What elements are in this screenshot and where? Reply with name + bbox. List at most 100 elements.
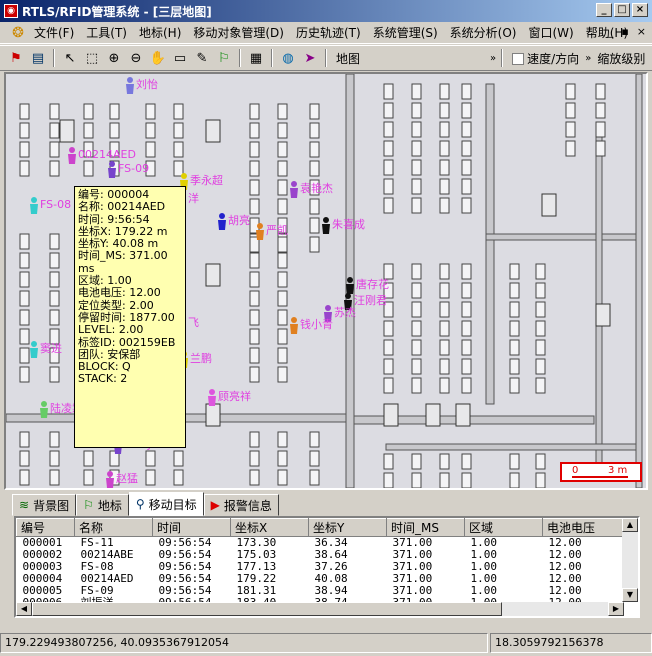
column-header[interactable]: 时间	[152, 518, 231, 537]
column-header[interactable]: 时间_MS	[386, 518, 465, 537]
shelf	[461, 358, 472, 375]
shelf	[49, 431, 60, 448]
shelf	[461, 301, 472, 318]
shelf	[249, 290, 260, 307]
globe-icon[interactable]: ◍	[278, 48, 298, 68]
hand-icon[interactable]: ✋	[148, 48, 168, 68]
select-arrow-icon[interactable]: ↖	[60, 48, 80, 68]
column-header[interactable]: 电池电压	[542, 518, 625, 537]
shelf	[595, 83, 606, 100]
title-bar: ◉ RTLS/RFID管理系统 - [三层地图] _ □ ×	[0, 0, 652, 22]
shelf	[461, 453, 472, 470]
column-header[interactable]: 坐标X	[230, 518, 309, 537]
shelf	[277, 103, 288, 120]
scroll-left-icon[interactable]: ◀	[16, 602, 32, 616]
map-view[interactable]: 刘怡 00214AED FS-09 FS-08 季永超 袁艳杰 胡亮 严凯 朱喜成 唐存花 汪刚君苏…	[4, 72, 648, 490]
shelf	[277, 141, 288, 158]
shelf	[461, 178, 472, 195]
menu-file[interactable]: 文件(F)	[28, 23, 80, 43]
shelf	[109, 122, 120, 139]
column-header[interactable]: 坐标Y	[308, 518, 387, 537]
column-header[interactable]: 编号	[16, 518, 75, 537]
tab-label: 背景图	[33, 498, 70, 513]
shelf	[439, 140, 450, 157]
shelf	[439, 197, 450, 214]
vertical-scrollbar[interactable]: ▲ ▼	[622, 518, 638, 602]
column-header[interactable]: 区域	[464, 518, 543, 537]
shelf	[49, 271, 60, 288]
scroll-down-icon[interactable]: ▼	[622, 588, 638, 602]
tab-landmark[interactable]: ⚐ 地标	[76, 494, 129, 516]
speed-direction-checkbox[interactable]	[512, 53, 525, 65]
shelf	[461, 472, 472, 488]
shelf	[277, 236, 288, 253]
shelf	[509, 301, 520, 318]
shelf	[535, 358, 546, 375]
shelf	[173, 103, 184, 120]
shelf	[383, 358, 394, 375]
person-name-label: 朱喜成	[332, 218, 365, 231]
minimize-button[interactable]: _	[596, 3, 612, 17]
shelf	[309, 236, 320, 253]
shelf	[145, 450, 156, 467]
shelf	[309, 122, 320, 139]
menu-window[interactable]: 窗口(W)	[522, 23, 579, 43]
tab-background[interactable]: ≋ 背景图	[12, 494, 77, 516]
zoom-out-icon[interactable]: ⊖	[126, 48, 146, 68]
menu-landmark[interactable]: 地标(H)	[133, 23, 187, 43]
tab-alarms[interactable]: ▶ 报警信息	[203, 494, 279, 516]
person-name-label: 唐存花	[356, 277, 389, 291]
scroll-right-icon[interactable]: ▶	[608, 602, 624, 616]
zoom-level-label[interactable]: 缩放级别	[593, 50, 649, 67]
scroll-thumb[interactable]	[32, 602, 502, 616]
moving-targets-table[interactable]: 编号 名称 时间 坐标X 坐标Y 时间_MS 区域 电池电压 000001 FS-…	[14, 516, 640, 618]
column-header[interactable]: 名称	[74, 518, 153, 537]
tag-info-tooltip: 编号: 000004 名称: 00214AED 时间: 9:56:54 坐标X:…	[74, 186, 186, 448]
flag-icon[interactable]: ⚐	[214, 48, 234, 68]
person-name-label: FS-09	[118, 162, 149, 175]
tooltip-line: 标签ID: 002159EB	[78, 335, 176, 349]
horizontal-scrollbar[interactable]: ◀ ▶	[16, 602, 624, 616]
shelf	[145, 469, 156, 486]
menu-history[interactable]: 历史轨迹(T)	[290, 23, 367, 43]
toolbar-chevron-icon[interactable]: »	[585, 53, 591, 64]
maximize-button[interactable]: □	[614, 3, 630, 17]
rect-select-icon[interactable]: ⬚	[82, 48, 102, 68]
zoom-in-icon[interactable]: ⊕	[104, 48, 124, 68]
close-button[interactable]: ×	[632, 3, 648, 17]
tab-moving-targets[interactable]: ⚲ 移动目标	[128, 492, 204, 516]
shelf	[461, 197, 472, 214]
speed-direction-toggle[interactable]: 速度/方向	[508, 50, 583, 67]
shelf	[19, 233, 30, 250]
shelf	[411, 197, 422, 214]
search-person-icon: ⚲	[135, 497, 145, 511]
shelf	[249, 160, 260, 177]
rectangle-icon[interactable]: ▭	[170, 48, 190, 68]
mdi-close-button[interactable]: ×	[637, 25, 646, 38]
mdi-restore-button[interactable]: ▪	[621, 25, 628, 38]
app-menu-icon[interactable]: ❂	[8, 23, 28, 43]
traffic-light-icon[interactable]: ⚑	[6, 48, 26, 68]
person-name-label: 洋	[188, 191, 199, 205]
shelf	[383, 83, 394, 100]
shelf	[383, 320, 394, 337]
shelf	[411, 320, 422, 337]
route-icon[interactable]: ➤	[300, 48, 320, 68]
menu-system-manage[interactable]: 系统管理(S)	[367, 23, 444, 43]
shelf	[277, 179, 288, 196]
toolbar-chevron-icon[interactable]: »	[490, 53, 496, 64]
shelf	[309, 141, 320, 158]
scroll-up-icon[interactable]: ▲	[622, 518, 638, 532]
map-toolbar-label[interactable]: 地图	[332, 50, 364, 67]
person-name-label: 赵猛	[116, 471, 138, 485]
mdi-minimize-button[interactable]: _	[608, 25, 614, 38]
menu-tools[interactable]: 工具(T)	[80, 23, 133, 43]
shelf	[439, 358, 450, 375]
shelf	[461, 377, 472, 394]
properties-icon[interactable]: ▦	[246, 48, 266, 68]
menu-system-analysis[interactable]: 系统分析(O)	[444, 23, 523, 43]
menu-mobile-object[interactable]: 移动对象管理(D)	[187, 23, 290, 43]
ruler-icon[interactable]: ✎	[192, 48, 212, 68]
person-name-label: 钱小青	[300, 317, 333, 331]
card-icon[interactable]: ▤	[28, 48, 48, 68]
